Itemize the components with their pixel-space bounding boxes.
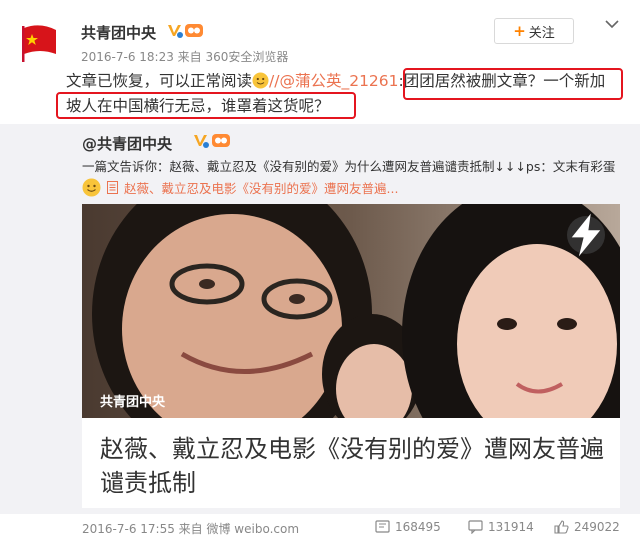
highlight-box xyxy=(403,68,623,100)
repost-icon xyxy=(375,520,390,533)
repost-text: 一篇文告诉你：赵薇、戴立忍及《没有别的爱》为什么遭网友普遍谴责抵制↓↓↓ps：文… xyxy=(82,159,616,174)
flash-button[interactable] xyxy=(567,213,605,257)
repost-container: @共青团中央 一篇文告诉你：赵薇、戴立忍及《没有别的爱》为什么遭网友普遍谴责抵制… xyxy=(0,124,640,514)
repost-author[interactable]: @共青团中央 xyxy=(82,133,172,154)
repost-meta: 2016-7-6 17:55 来自 微博 weibo.com xyxy=(82,522,300,536)
mention-link[interactable]: //@蒲公英_21261 xyxy=(269,72,399,90)
smile-emoji-icon xyxy=(82,178,101,196)
repost-footer: 2016-7-6 17:55 来自 微博 weibo.com 168495 13… xyxy=(82,520,632,540)
follow-label: 关注 xyxy=(528,25,555,41)
post-meta: 2016-7-6 18:23 来自 360安全浏览器 xyxy=(81,50,289,64)
photo-illustration xyxy=(82,204,620,418)
article-link[interactable]: 赵薇、戴立忍及电影《没有别的爱》遭网友普遍... xyxy=(124,178,398,197)
author-name[interactable]: 共青团中央 xyxy=(81,22,156,43)
like-count: 249022 xyxy=(574,520,620,534)
comment-icon xyxy=(468,520,483,534)
post-header: 共青团中央 2016-7-6 18:23 来自 360安全浏览器 + 关注 xyxy=(0,0,640,70)
verified-v-icon xyxy=(194,135,209,148)
chevron-down-icon[interactable] xyxy=(604,16,620,32)
level-badge-icon xyxy=(212,134,230,147)
repost-count-button[interactable]: 168495 xyxy=(375,520,441,534)
smile-emoji-icon xyxy=(252,72,269,89)
flag-avatar-icon xyxy=(16,20,64,68)
like-count-button[interactable]: 249022 xyxy=(554,520,620,534)
comment-count-button[interactable]: 131914 xyxy=(468,520,534,534)
flash-icon xyxy=(571,213,601,257)
article-link-row[interactable]: 赵薇、戴立忍及电影《没有别的爱》遭网友普遍... xyxy=(82,176,398,198)
plus-icon: + xyxy=(513,22,526,40)
level-badge-icon xyxy=(185,24,203,37)
follow-button[interactable]: + 关注 xyxy=(494,18,574,44)
highlight-box xyxy=(56,92,356,119)
avatar[interactable] xyxy=(16,20,64,68)
article-title[interactable]: 赵薇、戴立忍及电影《没有别的爱》遭网友普遍谴责抵制 xyxy=(100,432,610,500)
repost-count: 168495 xyxy=(395,520,441,534)
post-text-prefix: 文章已恢复，可以正常阅读 xyxy=(66,72,253,90)
verified-v-icon xyxy=(168,25,183,38)
like-icon xyxy=(554,520,569,534)
comment-count: 131914 xyxy=(488,520,534,534)
article-card[interactable]: 共青团中央 赵薇、戴立忍及电影《没有别的爱》遭网友普遍谴责抵制 xyxy=(82,204,620,508)
article-cover-image[interactable]: 共青团中央 xyxy=(82,204,620,418)
image-watermark: 共青团中央 xyxy=(100,395,166,410)
article-doc-icon xyxy=(107,180,118,194)
